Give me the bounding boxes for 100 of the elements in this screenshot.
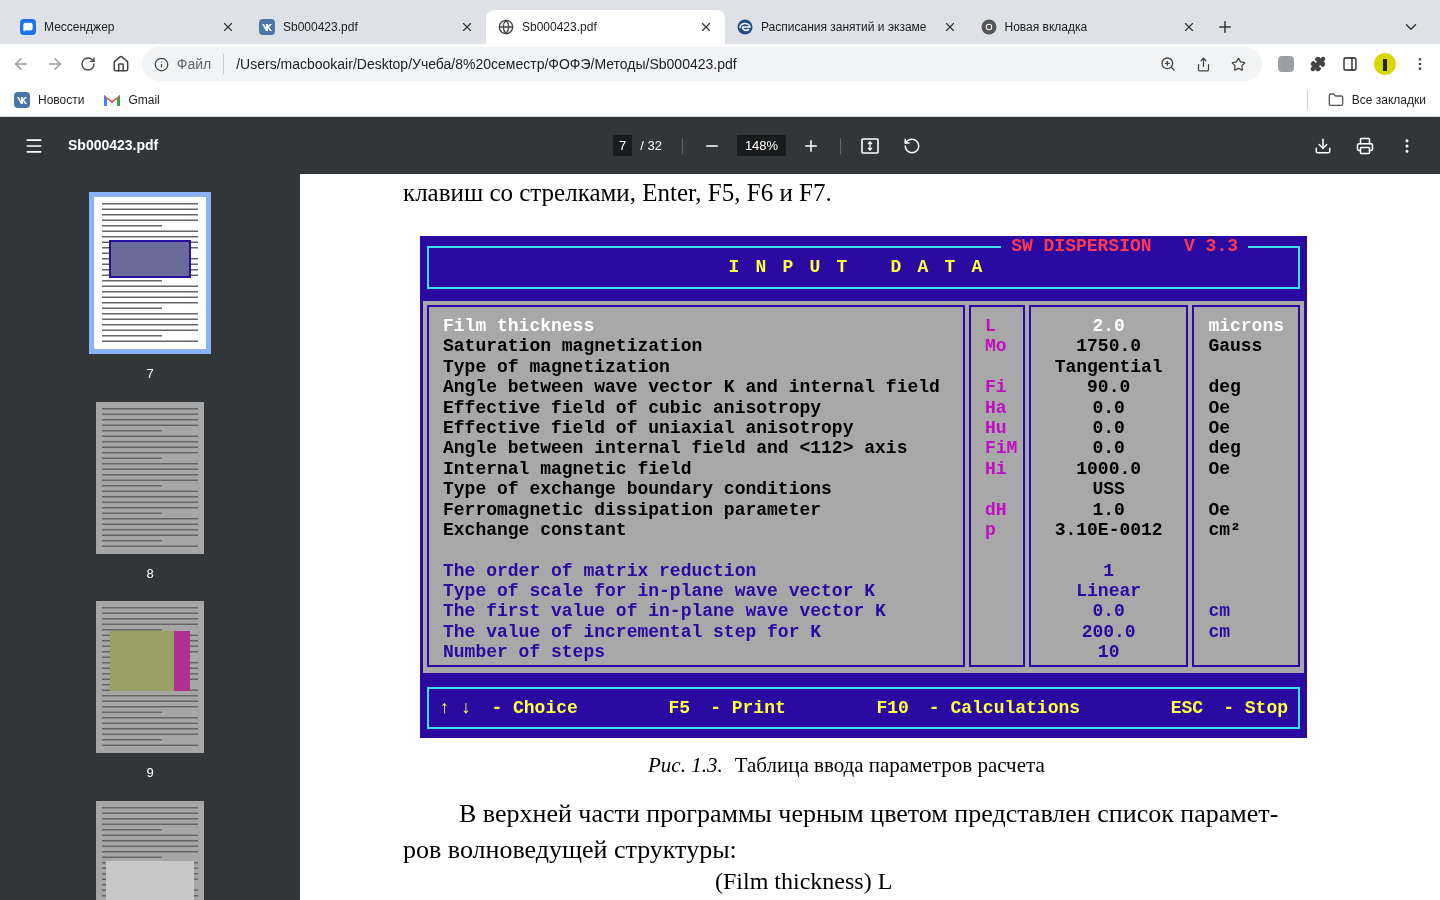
key-label: F10 [876,697,909,719]
parameter-symbol: Ha [984,397,1007,418]
parameter-unit: microns [1208,316,1284,336]
home-icon[interactable] [111,55,130,73]
page-thumbnail[interactable] [96,601,204,753]
close-icon[interactable] [699,20,713,34]
fit-page-icon[interactable] [861,137,880,154]
page-number: 9 [146,764,154,782]
rotate-icon[interactable] [903,136,922,155]
parameter-label: The first value of in-plane wave vector K [443,601,886,622]
tab-title: Новая вкладка [1004,19,1088,36]
key-action: - Stop [1223,697,1288,719]
parameter-value[interactable]: 1000.0 [1076,458,1142,479]
page-number-field[interactable]: 7 [612,134,633,157]
zoom-field[interactable]: 148% [736,134,787,157]
vk-icon [259,19,275,35]
parameter-label: Type of scale for in-plane wave vector K [443,581,876,602]
zoom-icon[interactable] [1160,56,1177,72]
figure-label: Рис. 1.3. [648,752,723,779]
parameter-symbol: Mo [984,336,1007,357]
parameter-label: Exchange constant [443,519,627,540]
parameter-label: The order of matrix reduction [443,560,757,581]
puzzle-icon[interactable] [1310,56,1327,72]
folder-icon [1327,92,1344,108]
all-bookmarks[interactable]: Все закладки [1327,91,1426,109]
reload-icon[interactable] [79,56,96,72]
page-thumbnail[interactable] [89,192,211,354]
body-text: В верхней части программы черным цветом представлен список парамет-ров волноведущей структуры: [403,797,1280,866]
key-action: - Print [710,697,786,719]
parameter-label: Angle between wave vector K and internal field [443,377,940,398]
chrome-icon [980,19,997,35]
body-text: клавиш со стрелками, Enter, F5, F6 и F7. [403,178,833,208]
mail-icon [104,94,121,106]
parameter-unit: Oe [1208,458,1230,479]
parameter-value[interactable]: 90.0 [1087,377,1131,398]
parameter-value[interactable]: 10 [1097,642,1120,663]
parameter-label: Internal magnetic field [443,458,692,479]
parameter-value[interactable]: 3.10E-0012 [1054,519,1163,540]
close-icon[interactable] [460,20,474,34]
address-bar[interactable]: Файл /Users/macbookair/Desktop/Учеба/8%20семестр/ФОФЭ/Методы/Sb000423.pdf [141,47,1263,81]
parameter-value[interactable]: 1750.0 [1076,336,1142,357]
globe-icon [498,19,514,35]
parameter-label: Type of exchange boundary conditions [443,479,832,500]
parameter-value[interactable]: 1 [1103,560,1115,581]
parameter-value[interactable]: Tangential [1054,356,1163,377]
back-icon[interactable] [12,55,30,73]
parameter-value[interactable]: USS [1092,479,1125,500]
parameter-unit: Oe [1208,417,1230,438]
parameter-value[interactable]: 0.0 [1092,438,1125,459]
key-label: ESC [1170,697,1204,719]
bookmark[interactable]: Новости [14,91,85,109]
parameter-value[interactable]: 0.0 [1092,397,1125,418]
parameter-symbol: dH [984,499,1007,520]
parameter-symbol: Hu [984,417,1007,438]
parameter-label: The value of incremental step for K [443,621,822,642]
page-number: 7 [146,365,154,383]
print-icon[interactable] [1356,136,1374,155]
screen-heading: INPUT DATA [728,257,999,278]
parameter-symbol: FiM [984,438,1018,459]
info-icon[interactable] [153,56,169,72]
key-label: ↑ ↓ [439,697,472,719]
download-icon[interactable] [1314,136,1332,155]
url-text: /Users/macbookair/Desktop/Учеба/8%20семестр/ФОФЭ/Методы/Sb000423.pdf [236,54,738,74]
tab-title: Sb000423.pdf [283,19,358,36]
side-panel-icon[interactable] [1342,56,1359,72]
parameter-value[interactable]: 0.0 [1092,601,1125,622]
parameter-unit: cm² [1208,519,1241,540]
star-icon[interactable] [1231,56,1247,72]
chat-icon [20,19,36,35]
parameter-label: Film thickness [443,316,595,336]
avatar[interactable] [1374,53,1397,75]
parameter-value[interactable]: Linear [1076,581,1142,602]
close-icon[interactable] [221,20,235,34]
key-action: - Calculations [928,697,1081,719]
parameter-symbol: Fi [984,377,1007,398]
bookmark[interactable]: Gmail [104,91,160,109]
parameter-unit: cm [1208,621,1230,642]
parameter-symbol: p [984,519,996,540]
share-icon[interactable] [1196,56,1212,72]
parameter-unit: Oe [1208,499,1230,520]
page-thumbnail[interactable] [96,401,204,554]
extension-icon[interactable] [1278,56,1295,72]
scheme-label: Файл [176,54,212,74]
parameter-label: Type of magnetization [443,356,670,377]
page-count: / 32 [640,136,662,155]
tab-title: Sb000423.pdf [522,19,597,36]
parameter-label: Effective field of uniaxial anisotropy [443,417,854,438]
document-title: Sb000423.pdf [68,136,159,155]
parameter-value[interactable]: 0.0 [1092,417,1125,438]
parameter-label: Effective field of cubic anisotropy [443,397,822,418]
swirl-icon [737,19,753,35]
parameter-value[interactable]: 1.0 [1092,499,1125,520]
parameter-label: Ferromagnetic dissipation parameter [443,499,822,520]
parameter-label: Angle between internal field and <112> axis [443,438,908,459]
parameter-label: Saturation magnetization [443,336,703,357]
parameter-value[interactable]: 200.0 [1081,621,1136,642]
page-number: 8 [146,564,154,583]
browser-tab[interactable]: Sb000423.pdf [486,10,725,44]
parameter-unit: deg [1208,377,1241,398]
figure-caption: Таблица ввода параметров расчета [734,752,1045,779]
